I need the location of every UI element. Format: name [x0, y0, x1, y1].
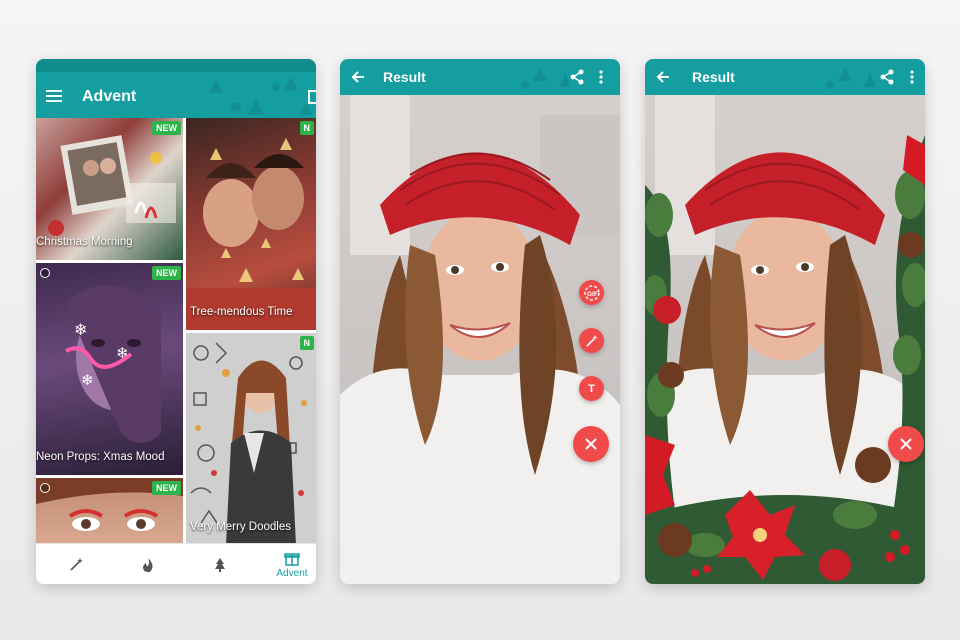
result-photo: GIF T	[340, 95, 620, 584]
result-screen-2: Result	[645, 59, 925, 584]
tile-caption: Tree-mendous Time	[190, 306, 293, 318]
svg-text:❄: ❄	[81, 372, 94, 389]
result-screen-1: Result GIF T	[340, 59, 620, 584]
page-title: Advent	[82, 88, 137, 105]
doodles-image	[190, 342, 307, 545]
gif-button[interactable]: GIF	[579, 280, 604, 305]
new-badge: NEW	[152, 266, 181, 280]
result-toolbar: Result	[645, 59, 925, 95]
magic-wand-icon	[70, 557, 83, 571]
result-toolbar: Result	[340, 59, 620, 95]
svg-text:❄: ❄	[74, 322, 87, 339]
page-title: Result	[383, 69, 426, 85]
more-vert-icon[interactable]	[596, 67, 606, 87]
svg-text:❄: ❄	[116, 345, 129, 362]
new-badge: NEW	[152, 121, 181, 135]
close-icon	[900, 438, 912, 450]
effect-tile-tree-mendous-time[interactable]: N Tree-mendous Time	[186, 118, 316, 330]
text-button[interactable]: T	[579, 376, 604, 401]
tile-caption: Neon Props: Xmas Mood	[36, 451, 165, 463]
partial-icon[interactable]	[308, 87, 316, 107]
gif-icon: GIF	[583, 284, 600, 301]
text-icon: T	[588, 382, 595, 395]
nav-item-trending[interactable]	[113, 544, 183, 584]
new-badge: NEW	[152, 481, 181, 495]
bottom-navigation: Advent	[36, 543, 316, 584]
close-icon	[585, 438, 597, 450]
christmas-pattern	[209, 77, 312, 115]
tile-caption: Very Merry Doodles	[190, 521, 291, 533]
menu-icon[interactable]	[44, 86, 64, 106]
back-arrow-icon[interactable]	[348, 67, 368, 87]
svg-text:GIF: GIF	[587, 291, 598, 298]
close-button[interactable]	[888, 426, 924, 462]
fire-icon	[143, 557, 153, 572]
nav-label-advent: Advent	[276, 567, 308, 579]
nav-item-christmas[interactable]	[185, 544, 255, 584]
magic-wand-icon	[585, 334, 597, 347]
share-icon[interactable]	[877, 67, 897, 87]
portrait-image	[340, 95, 620, 584]
page-title: Result	[692, 69, 735, 85]
advent-toolbar: Advent	[36, 59, 316, 118]
mask-icon	[40, 268, 50, 278]
result-photo-wreath	[645, 95, 925, 584]
close-button[interactable]	[573, 426, 609, 462]
portrait-with-wreath-image	[645, 95, 925, 584]
advent-screen: Advent NEW Christmas Morning N Tree-mend…	[36, 59, 316, 584]
nav-item-magic[interactable]	[41, 544, 111, 584]
tree-mendous-image	[186, 138, 316, 330]
tree-icon	[215, 557, 225, 572]
effect-tile-festive-makeup[interactable]: NEW	[36, 478, 183, 543]
new-badge: N	[299, 336, 314, 350]
mask-icon	[40, 483, 50, 493]
gift-icon	[284, 552, 300, 566]
more-vert-icon[interactable]	[907, 67, 917, 87]
new-badge: N	[299, 121, 314, 135]
tile-caption: Christmas Morning	[36, 236, 133, 248]
effect-tile-neon-props[interactable]: ❄ ❄ ❄ NEW Neon Props: Xmas Mood	[36, 263, 183, 475]
effect-tile-very-merry-doodles[interactable]: Very Merry Doodles N	[186, 333, 316, 545]
neon-props-image: ❄ ❄ ❄	[65, 285, 161, 443]
back-arrow-icon[interactable]	[653, 67, 673, 87]
nav-item-advent[interactable]: Advent	[257, 544, 316, 584]
share-icon[interactable]	[567, 67, 587, 87]
magic-button[interactable]	[579, 328, 604, 353]
effect-tile-christmas-morning[interactable]: NEW Christmas Morning	[36, 118, 183, 260]
